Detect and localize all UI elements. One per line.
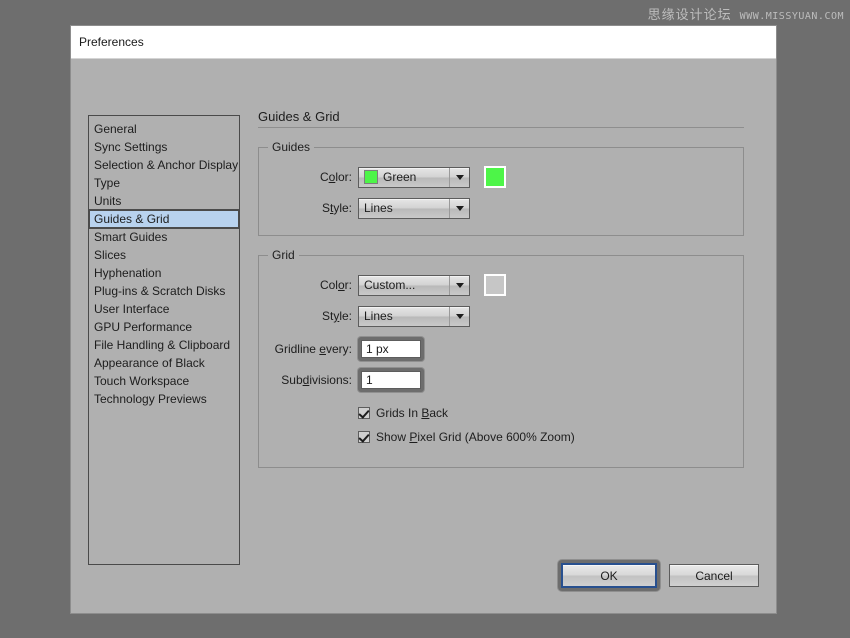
show-pixel-grid-label: Show Pixel Grid (Above 600% Zoom) xyxy=(376,430,575,444)
chevron-down-icon[interactable] xyxy=(449,198,469,218)
dialog-body: General Sync Settings Selection & Anchor D… xyxy=(71,59,776,613)
guides-style-select[interactable]: Lines xyxy=(358,197,470,219)
subdivisions-row: Subdivisions: 1 xyxy=(259,367,743,393)
sidebar-item-label: Smart Guides xyxy=(94,230,168,244)
gridline-every-input[interactable]: 1 px xyxy=(361,340,421,358)
sidebar-item-label: Sync Settings xyxy=(94,140,168,154)
sidebar-item-hyphenation[interactable]: Hyphenation xyxy=(89,264,239,282)
sidebar-item-label: Touch Workspace xyxy=(94,374,190,388)
grid-style-row: Style: Lines xyxy=(259,305,743,327)
grid-color-preview-chip[interactable] xyxy=(484,274,506,296)
sidebar-item-gpu-performance[interactable]: GPU Performance xyxy=(89,318,239,336)
watermark: 思缘设计论坛 WWW.MISSYUAN.COM xyxy=(648,4,844,23)
sidebar-item-label: Hyphenation xyxy=(94,266,162,280)
guides-groupbox: Guides Color: Green Style: Lines xyxy=(258,140,744,236)
sidebar-item-label: Plug-ins & Scratch Disks xyxy=(94,284,226,298)
sidebar-item-guides-grid[interactable]: Guides & Grid xyxy=(89,209,239,229)
sidebar-item-plug-ins-scratch-disks[interactable]: Plug-ins & Scratch Disks xyxy=(89,282,239,300)
sidebar-item-appearance-of-black[interactable]: Appearance of Black xyxy=(89,354,239,372)
grid-groupbox: Grid Color: Custom... Style: Lines Gridl… xyxy=(258,248,744,468)
grids-in-back-label: Grids In Back xyxy=(376,406,449,420)
gridline-every-row: Gridline every: 1 px xyxy=(259,336,743,362)
dialog-footer: OK Cancel xyxy=(558,560,759,591)
preferences-dialog: Preferences General Sync Settings Selectio… xyxy=(71,26,776,613)
sidebar-item-user-interface[interactable]: User Interface xyxy=(89,300,239,318)
sidebar-item-label: Slices xyxy=(94,248,127,262)
sidebar-item-label: Units xyxy=(94,194,122,208)
sidebar-item-label: Guides & Grid xyxy=(94,212,170,226)
dialog-titlebar: Preferences xyxy=(71,26,776,59)
page-title: Guides & Grid xyxy=(258,109,744,128)
grid-color-label: Color: xyxy=(319,278,352,292)
guides-color-label: Color: xyxy=(319,170,352,184)
sidebar-item-label: File Handling & Clipboard xyxy=(94,338,231,352)
grid-style-label: Style: xyxy=(321,309,352,323)
guides-color-value: Green xyxy=(383,170,417,184)
grid-style-select[interactable]: Lines xyxy=(358,305,470,327)
grids-in-back-row[interactable]: Grids In Back xyxy=(358,403,743,423)
sidebar-item-selection-anchor-display[interactable]: Selection & Anchor Display xyxy=(89,156,239,174)
sidebar-item-general[interactable]: General xyxy=(89,120,239,138)
settings-pane: Guides & Grid Guides Color: Green Style:… xyxy=(258,109,748,468)
guides-color-select[interactable]: Green xyxy=(358,166,470,188)
show-pixel-grid-row[interactable]: Show Pixel Grid (Above 600% Zoom) xyxy=(358,427,743,447)
guides-color-row: Color: Green xyxy=(259,166,743,188)
sidebar-item-touch-workspace[interactable]: Touch Workspace xyxy=(89,372,239,390)
grids-in-back-checkbox[interactable] xyxy=(358,407,370,419)
sidebar-item-technology-previews[interactable]: Technology Previews xyxy=(89,390,239,408)
sidebar-item-sync-settings[interactable]: Sync Settings xyxy=(89,138,239,156)
category-listbox[interactable]: General Sync Settings Selection & Anchor D… xyxy=(88,115,240,565)
guides-style-label: Style: xyxy=(321,201,352,215)
watermark-url-text: WWW.MISSYUAN.COM xyxy=(739,11,844,22)
ok-button[interactable]: OK xyxy=(561,563,657,588)
guides-style-row: Style: Lines xyxy=(259,197,743,219)
chevron-down-icon[interactable] xyxy=(449,306,469,326)
guides-group-title: Guides xyxy=(268,140,315,154)
sidebar-item-label: Type xyxy=(94,176,121,190)
subdivisions-input-focus-ring: 1 xyxy=(358,368,424,392)
watermark-cn-text: 思缘设计论坛 xyxy=(647,8,732,23)
sidebar-item-smart-guides[interactable]: Smart Guides xyxy=(89,228,239,246)
grid-style-value: Lines xyxy=(364,309,393,323)
sidebar-item-type[interactable]: Type xyxy=(89,174,239,192)
grid-group-title: Grid xyxy=(268,248,299,262)
guides-color-swatch xyxy=(364,170,378,184)
sidebar-item-file-handling-clipboard[interactable]: File Handling & Clipboard xyxy=(89,336,239,354)
sidebar-item-label: Selection & Anchor Display xyxy=(94,158,239,172)
gridline-every-input-focus-ring: 1 px xyxy=(358,337,424,361)
sidebar-item-slices[interactable]: Slices xyxy=(89,246,239,264)
gridline-every-label: Gridline every: xyxy=(274,342,352,356)
show-pixel-grid-checkbox[interactable] xyxy=(358,431,370,443)
subdivisions-label: Subdivisions: xyxy=(281,373,352,387)
guides-color-preview-chip[interactable] xyxy=(484,166,506,188)
sidebar-item-label: User Interface xyxy=(94,302,170,316)
ok-button-focus-ring: OK xyxy=(558,560,660,591)
guides-style-value: Lines xyxy=(364,201,393,215)
grid-color-value: Custom... xyxy=(364,278,416,292)
sidebar-item-label: General xyxy=(94,122,137,136)
grid-color-select[interactable]: Custom... xyxy=(358,274,470,296)
grid-color-row: Color: Custom... xyxy=(259,274,743,296)
sidebar-item-label: Technology Previews xyxy=(94,392,207,406)
chevron-down-icon[interactable] xyxy=(449,275,469,295)
sidebar-item-label: Appearance of Black xyxy=(94,356,205,370)
dialog-title: Preferences xyxy=(79,35,144,49)
sidebar-item-label: GPU Performance xyxy=(94,320,193,334)
subdivisions-input[interactable]: 1 xyxy=(361,371,421,389)
sidebar-item-units[interactable]: Units xyxy=(89,192,239,210)
cancel-button[interactable]: Cancel xyxy=(669,564,759,587)
chevron-down-icon[interactable] xyxy=(449,167,469,187)
